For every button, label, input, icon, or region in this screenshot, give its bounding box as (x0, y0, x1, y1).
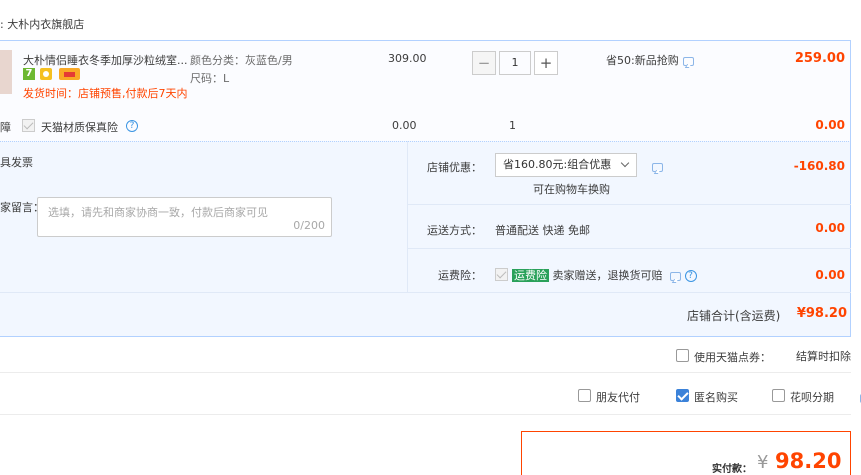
payment-label: 实付款： (712, 464, 752, 475)
shop-discount-selected: 省160.80元:组合优惠 (503, 158, 612, 171)
quantity-input[interactable]: 1 (499, 51, 531, 75)
payment-amount: 98.20 (775, 449, 842, 473)
divider (0, 372, 851, 373)
shop-total-label: 店铺合计(含运费) (687, 309, 781, 323)
quantity-stepper: − 1 + (472, 51, 558, 75)
chat-icon[interactable] (682, 56, 694, 66)
freight-insurance-label: 运费险： (438, 269, 482, 282)
huabei-label[interactable]: 花呗分期 (790, 389, 834, 405)
friend-pay-checkbox[interactable] (578, 389, 591, 402)
size-attribute: 尺码：L (190, 72, 230, 85)
payment-currency: ¥ (757, 452, 769, 473)
unit-price: 309.00 (388, 52, 427, 65)
quantity-minus-button[interactable]: − (472, 51, 496, 75)
huabei-checkbox[interactable] (772, 389, 785, 402)
points-checkbox[interactable] (676, 349, 689, 362)
shop-discount-note: 可在购物车换购 (533, 183, 610, 196)
quantity-plus-button[interactable]: + (534, 51, 558, 75)
freight-insurance-checkbox[interactable] (495, 268, 508, 281)
delivery-amount: 0.00 (815, 221, 845, 235)
item-promotion: 省50:新品抢购 (606, 52, 694, 68)
message-counter: 0/200 (293, 219, 325, 232)
delivery-value: 普通配送 快递 免邮 (495, 224, 590, 237)
insurance-subtotal: 0.00 (815, 118, 845, 132)
chevron-down-icon (620, 158, 630, 168)
item-subtotal: 259.00 (794, 51, 845, 66)
message-placeholder: 选填，请先和商家协商一致，付款后商家可见 (48, 206, 268, 219)
shop-total-amount: ¥98.20 (796, 306, 847, 321)
item-thumbnail[interactable] (0, 50, 12, 94)
divider (408, 248, 851, 249)
seven-day-return-icon: 7 (23, 68, 35, 80)
freight-insurance-tag: 运费险 (512, 269, 549, 282)
delivery-label: 运送方式： (427, 224, 482, 237)
anonymous-checkbox[interactable] (676, 389, 689, 402)
credit-card-icon (59, 68, 80, 80)
message-textarea[interactable]: 选填，请先和商家协商一致，付款后商家可见 0/200 (37, 197, 332, 237)
guarantee-icon (40, 68, 52, 80)
shop-discount-label: 店铺优惠： (427, 161, 482, 174)
shop-name[interactable]: : 大朴内衣旗舰店 (0, 16, 84, 32)
insurance-qty: 1 (509, 119, 516, 132)
insurance-price: 0.00 (392, 119, 417, 132)
divider (0, 414, 851, 415)
chat-icon[interactable] (670, 271, 681, 281)
points-label: 使用天猫点券： (694, 351, 771, 364)
item-title[interactable]: 大朴情侣睡衣冬季加厚沙粒绒室... (23, 52, 188, 68)
help-icon[interactable]: ? (126, 120, 138, 132)
chat-icon[interactable] (652, 162, 663, 172)
insurance-checkbox[interactable] (22, 119, 35, 132)
divider (407, 141, 408, 292)
divider (408, 204, 851, 205)
points-note: 结算时扣除 (796, 350, 851, 363)
divider (0, 292, 851, 293)
freight-insurance-info: 运费险 卖家赠送，退换货可赔 ? (512, 267, 697, 283)
invoice-label: 具发票 (0, 156, 33, 169)
color-attribute: 颜色分类：灰蓝色/男 (190, 54, 293, 67)
promotion-label: 省50:新品抢购 (606, 54, 679, 67)
freight-insurance-value: 卖家赠送，退换货可赔 (552, 269, 663, 282)
friend-pay-label[interactable]: 朋友代付 (596, 389, 640, 405)
shop-discount-select[interactable]: 省160.80元:组合优惠 (495, 153, 637, 177)
shop-discount-amount: -160.80 (793, 159, 845, 173)
help-icon[interactable]: ? (684, 270, 697, 282)
insurance-prefix: 障 (0, 121, 11, 134)
shipping-time: 发货时间：店铺预售,付款后7天内 (23, 87, 188, 100)
anonymous-label[interactable]: 匿名购买 (694, 389, 738, 405)
freight-insurance-amount: 0.00 (815, 268, 845, 282)
insurance-label: 天猫材质保真险 (41, 121, 118, 134)
